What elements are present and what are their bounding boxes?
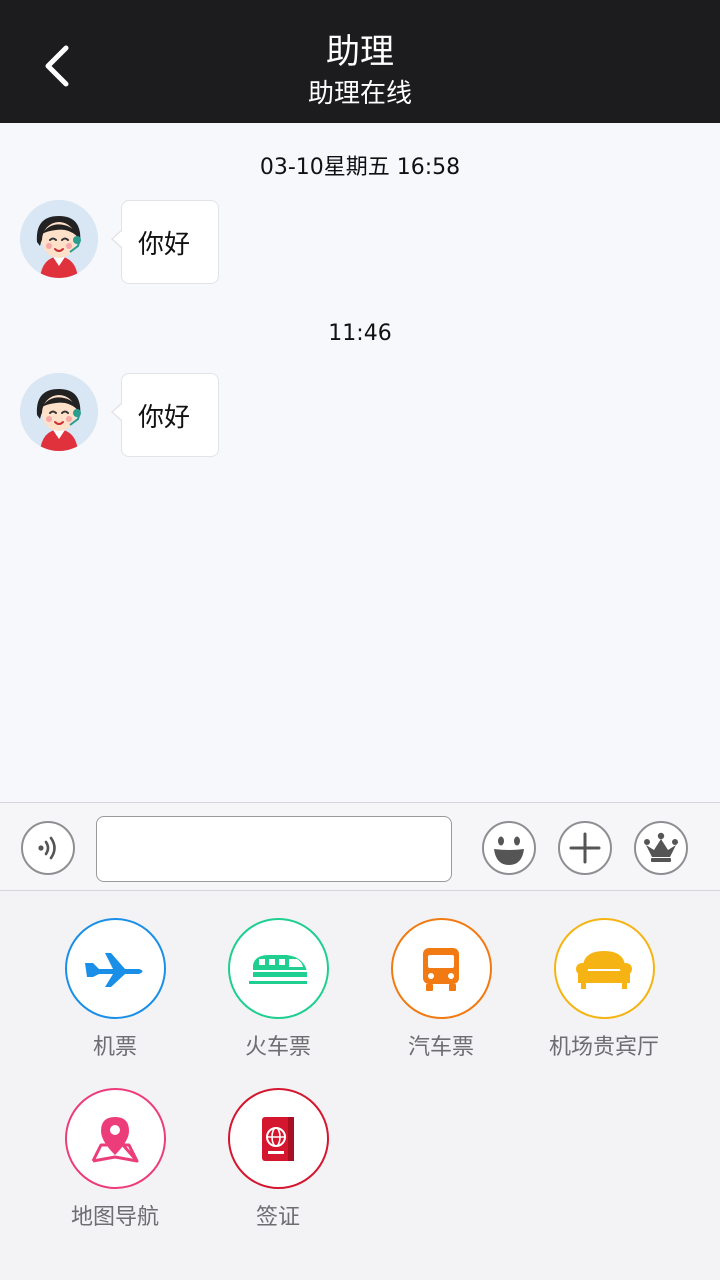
message-input[interactable]: [96, 816, 452, 882]
service-label: 机场贵宾厅: [548, 1035, 659, 1060]
service-label: 火车票: [244, 1035, 311, 1060]
service-map-navigation[interactable]: 地图导航: [35, 1088, 195, 1231]
service-label: 汽车票: [407, 1035, 474, 1060]
assistant-avatar[interactable]: [20, 200, 98, 278]
voice-button[interactable]: [21, 821, 75, 875]
message-bubble[interactable]: 你好: [111, 200, 219, 284]
more-button[interactable]: [558, 821, 612, 875]
nav-header: 助理 助理在线: [0, 0, 720, 123]
message-row: 你好: [20, 373, 420, 457]
service-flight[interactable]: 机票: [35, 918, 195, 1061]
vip-button[interactable]: [634, 821, 688, 875]
input-bar: [0, 802, 720, 891]
page-title: 助理: [326, 32, 394, 72]
chat-area: 03-10星期五 16:58 你好 11:46 你好: [0, 123, 720, 802]
passport-icon: [262, 1116, 294, 1161]
service-vip-lounge[interactable]: 机场贵宾厅: [524, 918, 684, 1061]
airplane-icon: [85, 952, 143, 987]
emoji-button[interactable]: [482, 821, 536, 875]
service-train[interactable]: 火车票: [198, 918, 358, 1061]
message-timestamp: 03-10星期五 16:58: [259, 155, 461, 180]
train-icon: [249, 954, 307, 984]
bus-icon: [423, 947, 459, 991]
service-label: 机票: [92, 1035, 137, 1060]
page-subtitle: 助理在线: [307, 79, 412, 109]
service-panel: 机票 火车票 汽车票 机场贵宾厅 地图导航 签证: [0, 891, 720, 1280]
sofa-icon: [576, 950, 632, 989]
plus-icon: [569, 832, 601, 864]
service-label: 地图导航: [70, 1205, 159, 1230]
message-timestamp: 11:46: [328, 321, 392, 346]
crown-icon: [644, 832, 678, 862]
message-bubble[interactable]: 你好: [111, 373, 219, 457]
message-row: 你好: [20, 200, 420, 284]
service-bus[interactable]: 汽车票: [361, 918, 521, 1061]
emoji-icon: [486, 825, 532, 871]
service-label: 签证: [255, 1205, 300, 1230]
map-pin-icon: [91, 1116, 139, 1162]
service-visa[interactable]: 签证: [198, 1088, 358, 1231]
voice-icon: [38, 836, 56, 860]
assistant-avatar[interactable]: [20, 373, 98, 451]
